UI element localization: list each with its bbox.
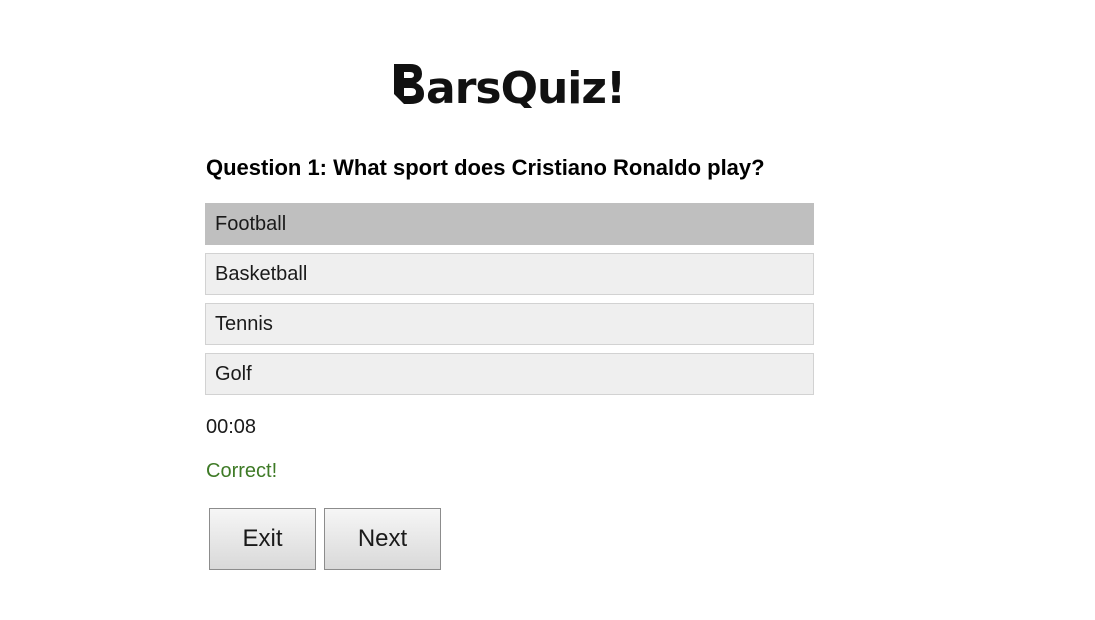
feedback-message: Correct! [206, 460, 278, 482]
answer-list: Football Basketball Tennis Golf [205, 203, 814, 403]
app-logo: arsQuiz! [394, 63, 622, 108]
answer-option-basketball[interactable]: Basketball [205, 253, 814, 295]
svg-text:arsQuiz!: arsQuiz! [426, 63, 622, 108]
question-text: Question 1: What sport does Cristiano Ro… [206, 155, 765, 180]
timer: 00:08 [206, 416, 257, 438]
answer-option-tennis[interactable]: Tennis [205, 303, 814, 345]
answer-option-golf[interactable]: Golf [205, 353, 814, 395]
next-button[interactable]: Next [324, 508, 441, 570]
answer-option-football[interactable]: Football [205, 203, 814, 245]
exit-button[interactable]: Exit [209, 508, 316, 570]
